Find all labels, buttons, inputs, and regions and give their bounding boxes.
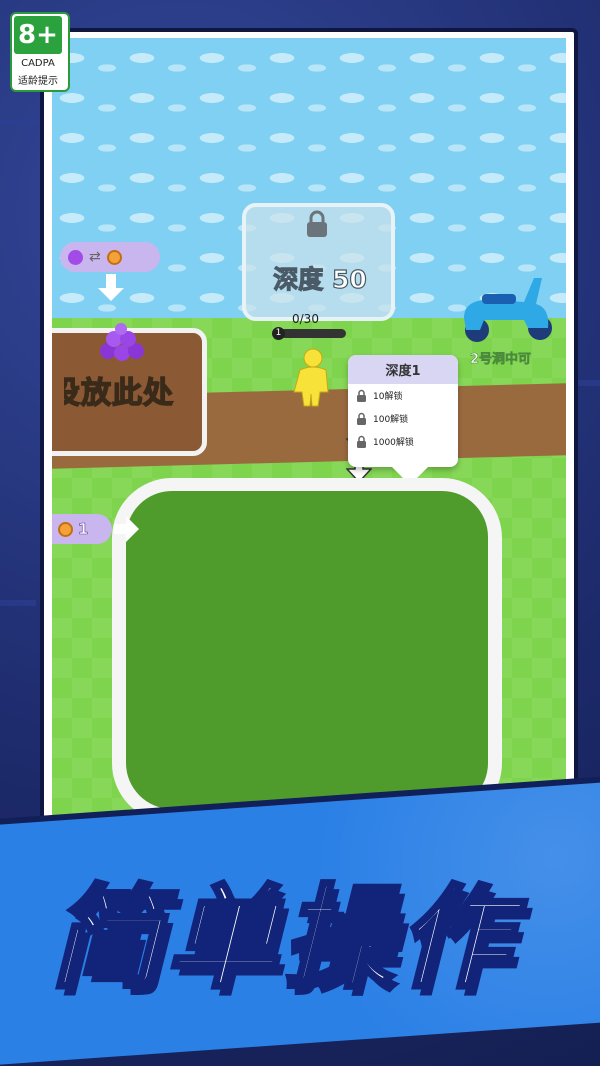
popup-title: 深度1 — [348, 355, 458, 384]
age-rating-badge: 8+ CADPA 适龄提示 — [10, 12, 70, 92]
player-level-badge: 1 — [272, 327, 285, 340]
popup-row: 100解锁 — [348, 407, 458, 430]
down-arrow-icon — [98, 274, 124, 301]
game-screenshot-frame: 投放此处 ⇄ 深度 50 0/30 1 深度1 10解锁 100解锁 1000解… — [40, 28, 578, 856]
swap-icon: ⇄ — [89, 249, 101, 265]
lock-icon — [357, 435, 366, 448]
popup-row-cost: 1000解锁 — [373, 438, 414, 448]
dig-hole[interactable] — [126, 491, 488, 809]
unlock-hint: 2号洞中可 — [470, 352, 532, 368]
popup-row: 1000解锁 — [348, 430, 458, 453]
coin-reward-value: 1 — [78, 520, 89, 539]
coin-reward-pill: 1 — [52, 514, 112, 544]
right-arrow-icon — [114, 516, 139, 542]
lock-icon — [357, 412, 366, 425]
background-stripe — [0, 120, 40, 126]
player-character[interactable] — [290, 348, 336, 408]
exchange-pill: ⇄ — [60, 242, 160, 272]
carry-progress-bar — [280, 329, 346, 338]
lock-icon — [357, 389, 366, 402]
coin-icon — [106, 249, 122, 265]
promo-tagline: 简单操作 — [48, 872, 514, 1006]
age-rating-org: CADPA — [21, 58, 55, 69]
popup-row-cost: 10解锁 — [373, 392, 403, 402]
drop-zone-label: 投放此处 — [52, 375, 174, 412]
carry-counter: 0/30 — [292, 312, 319, 326]
popup-row-cost: 100解锁 — [373, 415, 409, 425]
scooter — [464, 278, 552, 342]
purple-ball-icon — [68, 249, 83, 265]
lock-icon — [307, 210, 327, 237]
depth-sign-label: 深度 50 — [273, 264, 368, 294]
popup-row: 10解锁 — [348, 384, 458, 407]
age-rating-note: 适龄提示 — [18, 76, 58, 87]
age-rating-value: 8+ — [14, 16, 62, 54]
game-viewport[interactable]: 投放此处 ⇄ 深度 50 0/30 1 深度1 10解锁 100解锁 1000解… — [52, 38, 566, 852]
purple-balls-pile — [100, 323, 144, 361]
coin-icon — [58, 521, 73, 537]
depth-unlock-popup: 深度1 10解锁 100解锁 1000解锁 — [348, 355, 458, 485]
background-stripe — [0, 600, 36, 606]
